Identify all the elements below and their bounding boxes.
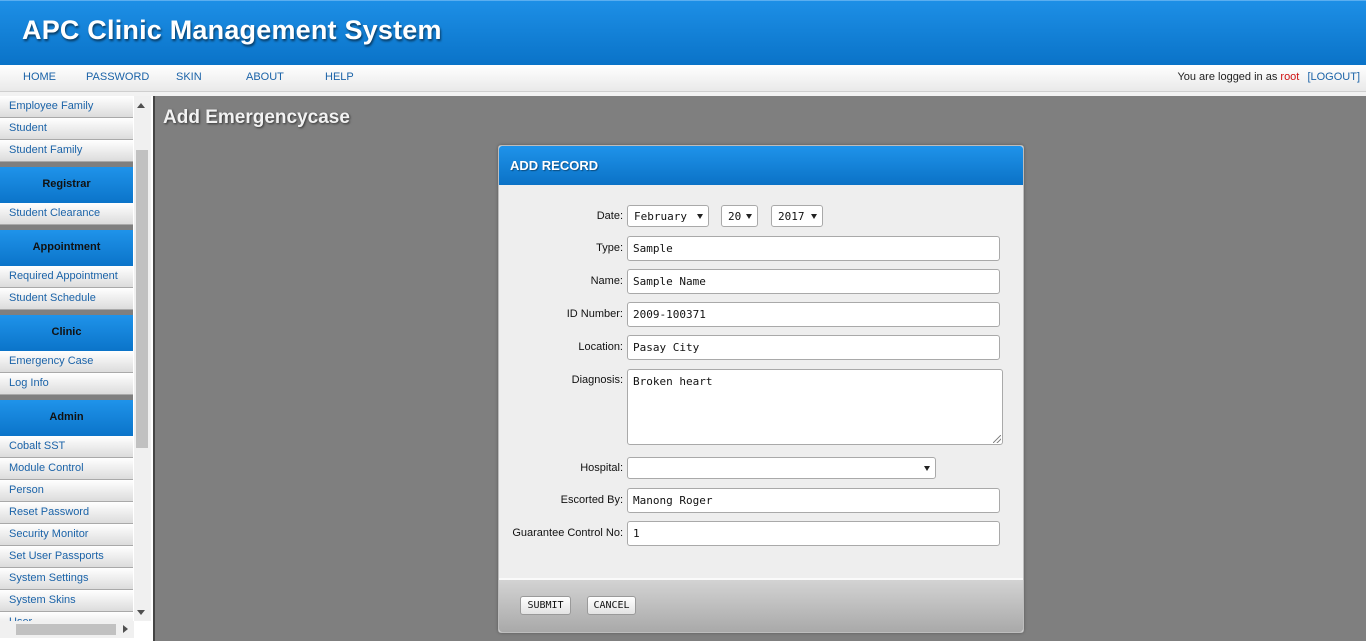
name-label: Name: <box>590 275 623 287</box>
sidebar-item-required-appointment[interactable]: Required Appointment <box>0 266 133 288</box>
sidebar-section-appointment[interactable]: Appointment <box>0 225 133 266</box>
nav-about[interactable]: ABOUT <box>246 71 284 83</box>
submit-button[interactable]: SUBMIT <box>520 596 571 615</box>
name-input[interactable]: Sample Name <box>627 269 1000 294</box>
hospital-select[interactable] <box>627 457 936 479</box>
diagnosis-textarea[interactable]: Broken heart <box>627 369 1003 445</box>
diagnosis-label: Diagnosis: <box>571 374 623 386</box>
sidebar-item-student-clearance[interactable]: Student Clearance <box>0 203 133 225</box>
sidebar-item-system-settings[interactable]: System Settings <box>0 568 133 590</box>
scroll-up-arrow-icon[interactable] <box>137 103 145 108</box>
dialog-header: ADD RECORD <box>499 146 1023 185</box>
sidebar-item-module-control[interactable]: Module Control <box>0 458 133 480</box>
cancel-button[interactable]: CANCEL <box>587 596 636 615</box>
app-header: APC Clinic Management System <box>0 0 1366 65</box>
date-month-value: February <box>634 210 687 223</box>
chevron-down-icon <box>746 214 752 219</box>
nav-separator <box>0 92 1366 96</box>
sidebar-hscroll-thumb[interactable] <box>16 624 116 635</box>
sidebar-item-emergency-case[interactable]: Emergency Case <box>0 351 133 373</box>
chevron-down-icon <box>697 214 703 219</box>
nav-skin[interactable]: SKIN <box>176 71 202 83</box>
sidebar-item-security-monitor[interactable]: Security Monitor <box>0 524 133 546</box>
resize-grip-icon[interactable] <box>993 435 1001 443</box>
date-label: Date: <box>596 210 623 222</box>
nav-home[interactable]: HOME <box>23 71 56 83</box>
scroll-down-arrow-icon[interactable] <box>137 610 145 615</box>
sidebar-section-registrar[interactable]: Registrar <box>0 162 133 203</box>
guarantee-control-label: Guarantee Control No: <box>512 527 623 539</box>
diagnosis-value: Broken heart <box>633 375 713 388</box>
sidebar: Employee Family Student Student Family R… <box>0 96 155 641</box>
logged-in-user: root <box>1280 71 1300 83</box>
date-year-value: 2017 <box>778 210 805 223</box>
login-info: You are logged in as root [LOGOUT] <box>1177 71 1360 83</box>
login-prefix: You are logged in as <box>1177 71 1278 83</box>
sidebar-scroll-thumb[interactable] <box>136 150 148 448</box>
app-title: APC Clinic Management System <box>22 15 442 45</box>
id-number-input[interactable]: 2009-100371 <box>627 302 1000 327</box>
sidebar-item-reset-password[interactable]: Reset Password <box>0 502 133 524</box>
chevron-down-icon <box>811 214 817 219</box>
sidebar-item-set-user-passports[interactable]: Set User Passports <box>0 546 133 568</box>
hospital-label: Hospital: <box>580 462 623 474</box>
type-label: Type: <box>596 242 623 254</box>
logout-link[interactable]: [LOGOUT] <box>1307 71 1360 83</box>
nav-help[interactable]: HELP <box>325 71 354 83</box>
dialog-footer: SUBMIT CANCEL <box>499 578 1023 632</box>
sidebar-item-person[interactable]: Person <box>0 480 133 502</box>
date-month-select[interactable]: February <box>627 205 709 227</box>
sidebar-item-student-family[interactable]: Student Family <box>0 140 133 162</box>
sidebar-item-cobalt-sst[interactable]: Cobalt SST <box>0 436 133 458</box>
date-day-select[interactable]: 20 <box>721 205 758 227</box>
sidebar-menu: Employee Family Student Student Family R… <box>0 96 133 634</box>
page-title: Add Emergencycase <box>163 107 350 128</box>
location-label: Location: <box>578 341 623 353</box>
guarantee-control-input[interactable]: 1 <box>627 521 1000 546</box>
sidebar-horizontal-scrollbar[interactable] <box>0 621 134 638</box>
id-number-label: ID Number: <box>566 308 623 320</box>
add-record-dialog: ADD RECORD Date: February 20 2017 Type: … <box>498 145 1024 633</box>
location-input[interactable]: Pasay City <box>627 335 1000 360</box>
chevron-down-icon <box>924 466 930 471</box>
sidebar-section-admin[interactable]: Admin <box>0 395 133 436</box>
sidebar-item-student-schedule[interactable]: Student Schedule <box>0 288 133 310</box>
sidebar-section-clinic[interactable]: Clinic <box>0 310 133 351</box>
nav-password[interactable]: PASSWORD <box>86 71 149 83</box>
sidebar-item-employee-family[interactable]: Employee Family <box>0 96 133 118</box>
date-day-value: 20 <box>728 210 742 223</box>
type-input[interactable]: Sample <box>627 236 1000 261</box>
date-year-select[interactable]: 2017 <box>771 205 823 227</box>
sidebar-item-log-info[interactable]: Log Info <box>0 373 133 395</box>
escorted-by-input[interactable]: Manong Roger <box>627 488 1000 513</box>
sidebar-item-system-skins[interactable]: System Skins <box>0 590 133 612</box>
dialog-title: ADD RECORD <box>510 158 599 173</box>
top-nav: HOME PASSWORD SKIN ABOUT HELP You are lo… <box>0 65 1366 92</box>
scroll-right-arrow-icon[interactable] <box>123 625 128 633</box>
sidebar-item-student[interactable]: Student <box>0 118 133 140</box>
sidebar-vertical-scrollbar[interactable] <box>134 96 151 621</box>
escorted-by-label: Escorted By: <box>560 494 623 506</box>
